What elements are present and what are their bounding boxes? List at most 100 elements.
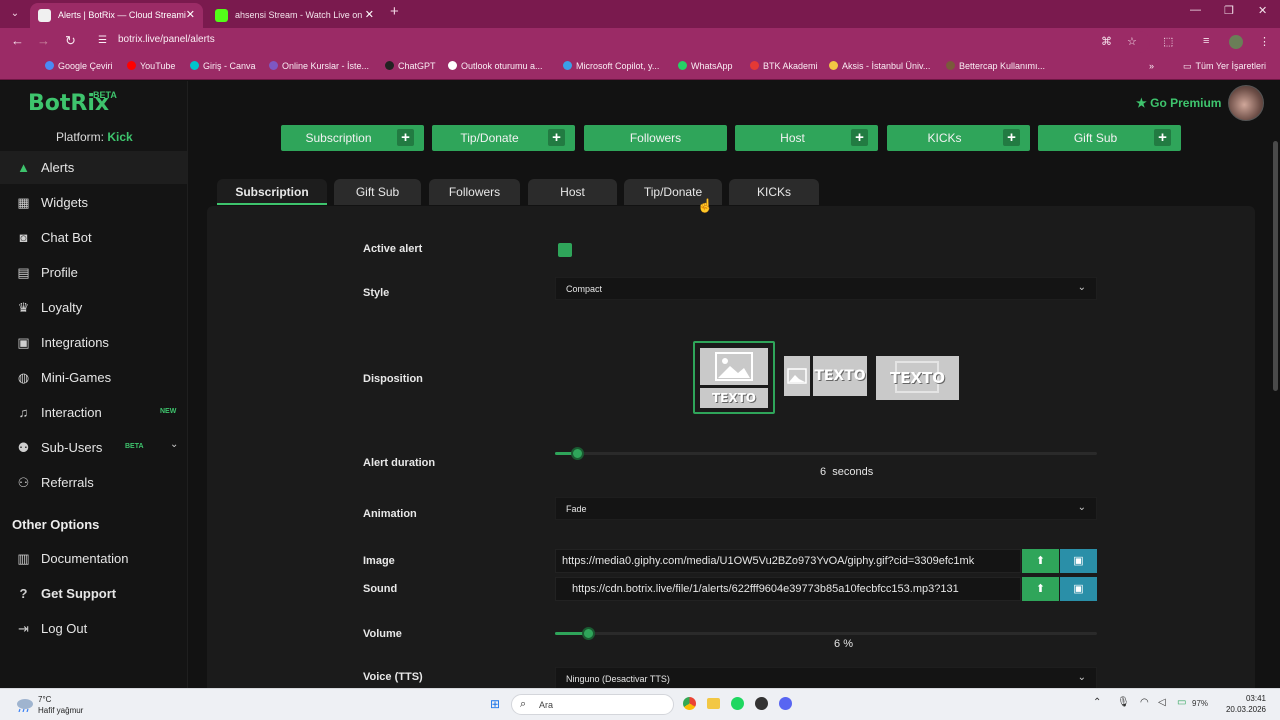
bookmark-item[interactable]: Outlook oturumu a... [448, 61, 543, 71]
new-tab-icon[interactable]: + [390, 3, 399, 20]
close-tab-icon[interactable]: ✕ [186, 3, 195, 28]
avatar[interactable] [1228, 85, 1264, 121]
alert-duration-slider[interactable] [555, 447, 1097, 460]
address-bar[interactable] [90, 31, 1150, 53]
url-text[interactable]: botrix.live/panel/alerts [118, 34, 215, 45]
voice-tts-select[interactable]: Ninguno (Desactivar TTS) ⌄ [555, 667, 1097, 688]
sidebar-item-alerts[interactable]: ▲ Alerts [0, 151, 187, 184]
battery-icon[interactable]: ▭ [1177, 697, 1186, 708]
sidebar-item-loyalty[interactable]: ♛ Loyalty [0, 291, 187, 324]
weather-widget[interactable]: 7°C Hafif yağmur [38, 694, 83, 716]
all-bookmarks[interactable]: ▭ Tüm Yer İşaretleri [1183, 61, 1266, 72]
site-info-icon[interactable]: ☰ [98, 35, 107, 46]
sidebar-item-sub-users[interactable]: ⚉ Sub-Users BETA ⌄ [0, 431, 187, 464]
active-alert-checkbox[interactable] [558, 243, 572, 257]
plus-icon[interactable]: + [1003, 129, 1020, 146]
scrollbar-thumb[interactable] [1273, 141, 1278, 391]
slider-handle[interactable] [571, 447, 584, 460]
style-select[interactable]: Compact ⌄ [555, 277, 1097, 300]
bookmark-item[interactable]: Google Çeviri [45, 61, 113, 71]
disposition-option-horizontal[interactable]: TEXTO [784, 356, 867, 400]
taskbar-search[interactable]: ⌕ Ara [511, 694, 674, 715]
sound-gallery-button[interactable]: ▣ [1060, 577, 1097, 601]
file-explorer-icon[interactable] [707, 698, 720, 709]
tab-kicks[interactable]: KICKs [729, 179, 819, 205]
bookmark-item[interactable]: Aksis - İstanbul Üniv... [829, 61, 930, 71]
slider-handle[interactable] [582, 627, 595, 640]
plus-icon[interactable]: + [1154, 129, 1171, 146]
tab-host[interactable]: Host [528, 179, 617, 205]
tab-gift-sub[interactable]: Gift Sub [334, 179, 421, 205]
bookmark-item[interactable]: ChatGPT [385, 61, 436, 71]
go-premium-link[interactable]: ★ Go Premium [1136, 96, 1221, 110]
profile-avatar-icon[interactable] [1229, 35, 1243, 49]
sidebar-item-log-out[interactable]: ⇥ Log Out [0, 612, 187, 645]
microphone-icon[interactable]: 🎙 [1117, 697, 1130, 708]
sidebar-item-chat-bot[interactable]: ◙ Chat Bot [0, 221, 187, 254]
bookmark-item[interactable]: YouTube [127, 61, 175, 71]
sidebar-item-get-support[interactable]: ? Get Support [0, 577, 187, 610]
volume-icon[interactable]: ◁ [1158, 697, 1166, 708]
tab-search-icon[interactable]: ⌄ [6, 5, 24, 23]
forward-icon[interactable]: → [37, 33, 50, 48]
plus-icon[interactable]: + [397, 129, 414, 146]
bookmark-item[interactable]: Microsoft Copilot, y... [563, 61, 659, 71]
add-subscription-button[interactable]: Subscription + [281, 125, 424, 151]
extensions-icon[interactable]: ⬚ [1163, 35, 1173, 48]
spotify-icon[interactable] [731, 697, 744, 710]
tray-overflow-icon[interactable]: ⌃ [1093, 697, 1101, 708]
bookmark-item[interactable]: Online Kurslar - İste... [269, 61, 369, 71]
bookmarks-overflow-icon[interactable]: » [1149, 61, 1154, 71]
add-host-button[interactable]: Host + [735, 125, 878, 151]
bookmark-item[interactable]: Bettercap Kullanımı... [946, 61, 1045, 71]
tab-subscription[interactable]: Subscription [217, 179, 327, 205]
browser-tab-botrix[interactable]: Alerts | BotRix — Cloud Streami ✕ [30, 3, 203, 28]
back-icon[interactable]: ← [11, 33, 24, 48]
media-icon[interactable]: ≡ [1203, 35, 1209, 47]
sidebar-item-referrals[interactable]: ⚇ Referrals [0, 466, 187, 499]
sidebar-item-interaction[interactable]: ♫ Interaction NEW [0, 396, 187, 429]
close-window-icon[interactable]: ✕ [1258, 4, 1267, 17]
tab-followers[interactable]: Followers [429, 179, 520, 205]
upload-image-button[interactable]: ⬆ [1022, 549, 1059, 573]
menu-icon[interactable]: ⋮ [1259, 35, 1270, 48]
windows-start-icon[interactable]: ⊞ [490, 697, 500, 711]
users-icon: ⚉ [17, 440, 30, 455]
app-icon[interactable] [755, 697, 768, 710]
wifi-icon[interactable]: ◠ [1140, 697, 1149, 708]
volume-slider[interactable] [555, 627, 1097, 640]
bookmark-item[interactable]: WhatsApp [678, 61, 733, 71]
reload-icon[interactable]: ↻ [65, 33, 76, 49]
animation-select[interactable]: Fade ⌄ [555, 497, 1097, 520]
disposition-option-overlay[interactable]: TEXTO [876, 356, 959, 400]
image-url-input[interactable]: https://media0.giphy.com/media/U1OW5Vu2B… [555, 549, 1021, 573]
translate-icon[interactable]: ⌘ [1101, 35, 1112, 48]
minimize-icon[interactable]: — [1190, 4, 1201, 16]
bookmark-item[interactable]: Giriş - Canva [190, 61, 256, 71]
close-tab-icon[interactable]: ✕ [365, 3, 374, 28]
plus-icon[interactable]: + [851, 129, 868, 146]
followers-button[interactable]: Followers [584, 125, 727, 151]
sidebar-item-mini-games[interactable]: ◍ Mini-Games [0, 361, 187, 394]
plus-icon[interactable]: + [548, 129, 565, 146]
chrome-icon[interactable] [683, 697, 696, 710]
maximize-icon[interactable]: ❐ [1224, 4, 1234, 17]
image-gallery-button[interactable]: ▣ [1060, 549, 1097, 573]
bookmark-item[interactable]: BTK Akademi [750, 61, 818, 71]
bookmark-star-icon[interactable]: ☆ [1127, 35, 1137, 48]
disposition-option-vertical[interactable]: TEXTO [693, 341, 775, 414]
add-gift-sub-button[interactable]: Gift Sub + [1038, 125, 1181, 151]
browser-tab-kick[interactable]: ahsensi Stream - Watch Live on ✕ [207, 3, 382, 28]
discord-icon[interactable] [779, 697, 792, 710]
add-tip-donate-button[interactable]: Tip/Donate + [432, 125, 575, 151]
chevron-down-icon[interactable]: ⌄ [170, 439, 178, 450]
clock[interactable]: 03:41 20.03.2026 [1222, 693, 1266, 715]
sidebar-item-profile[interactable]: ▤ Profile [0, 256, 187, 289]
upload-sound-button[interactable]: ⬆ [1022, 577, 1059, 601]
add-kicks-button[interactable]: KICKs + [887, 125, 1030, 151]
weather-cloud-icon[interactable] [14, 696, 34, 713]
sidebar-item-documentation[interactable]: ▥ Documentation [0, 542, 187, 575]
sound-url-input[interactable]: https://cdn.botrix.live/file/1/alerts/62… [555, 577, 1021, 601]
sidebar-item-integrations[interactable]: ▣ Integrations [0, 326, 187, 359]
sidebar-item-widgets[interactable]: ▦ Widgets [0, 186, 187, 219]
